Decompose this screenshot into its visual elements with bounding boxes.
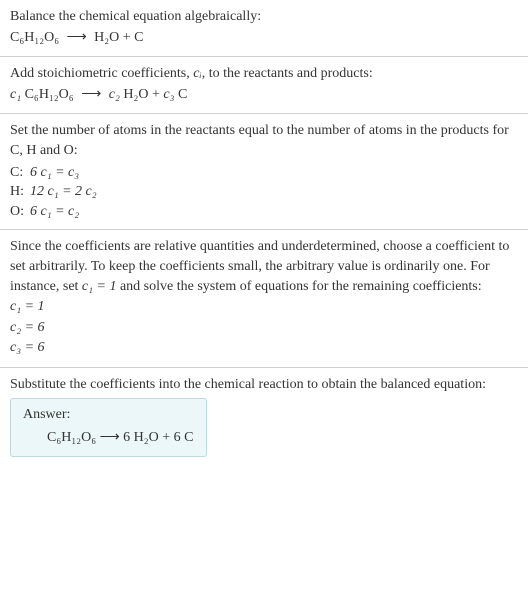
solution-line: c₃ = 6 — [10, 338, 518, 358]
section-problem: Balance the chemical equation algebraica… — [0, 0, 528, 56]
element-label: O: — [10, 202, 30, 222]
element-label: H: — [10, 182, 30, 202]
product-c: C — [174, 87, 187, 102]
c3: c₃ — [163, 87, 174, 102]
solution-line: c₂ = 6 — [10, 318, 518, 338]
element-label: C: — [10, 163, 30, 183]
section-atom-equations: Set the number of atoms in the reactants… — [0, 114, 528, 229]
solution-line: c₁ = 1 — [10, 297, 518, 317]
answer-box: Answer: C₆H₁₂O₆ ⟶ 6 H₂O + 6 C — [10, 398, 207, 457]
equation: 12 c₁ = 2 c₂ — [30, 182, 103, 202]
text: and solve the system of equations for th… — [116, 279, 481, 294]
section-answer: Substitute the coefficients into the che… — [0, 368, 528, 465]
product-h2o: H₂O + — [120, 87, 164, 102]
set-c1: c₁ = 1 — [82, 279, 117, 294]
solve-intro: Since the coefficients are relative quan… — [10, 237, 518, 296]
unbalanced-equation: C₆H₁₂O₆ ⟶ H₂O + C — [10, 28, 518, 48]
substitute-intro: Substitute the coefficients into the che… — [10, 375, 518, 395]
products: H₂O + C — [94, 30, 143, 45]
atoms-intro: Set the number of atoms in the reactants… — [10, 121, 518, 160]
arrow-icon: ⟶ — [67, 28, 87, 48]
c2: c₂ — [109, 87, 120, 102]
section-add-coefficients: Add stoichiometric coefficients, cᵢ, to … — [0, 57, 528, 113]
table-row: H: 12 c₁ = 2 c₂ — [10, 182, 103, 202]
reactant: C₆H₁₂O₆ — [21, 87, 74, 102]
equation: 6 c₁ = c₂ — [30, 202, 103, 222]
atom-balance-table: C: 6 c₁ = c₃ H: 12 c₁ = 2 c₂ O: 6 c₁ = c… — [10, 163, 103, 222]
c1: c₁ — [10, 87, 21, 102]
coeff-equation: c₁ C₆H₁₂O₆ ⟶ c₂ H₂O + c₃ C — [10, 85, 518, 105]
answer-label: Answer: — [23, 407, 194, 423]
text: , to the reactants and products: — [202, 66, 373, 81]
equation: 6 c₁ = c₃ — [30, 163, 103, 183]
table-row: C: 6 c₁ = c₃ — [10, 163, 103, 183]
reactant: C₆H₁₂O₆ — [10, 30, 59, 45]
problem-intro: Balance the chemical equation algebraica… — [10, 7, 518, 27]
arrow-icon: ⟶ — [81, 85, 101, 105]
text: Add stoichiometric coefficients, — [10, 66, 193, 81]
table-row: O: 6 c₁ = c₂ — [10, 202, 103, 222]
section-solve: Since the coefficients are relative quan… — [0, 230, 528, 367]
balanced-equation: C₆H₁₂O₆ ⟶ 6 H₂O + 6 C — [23, 429, 194, 446]
coeff-intro: Add stoichiometric coefficients, cᵢ, to … — [10, 64, 518, 84]
ci-symbol: cᵢ — [193, 66, 201, 81]
